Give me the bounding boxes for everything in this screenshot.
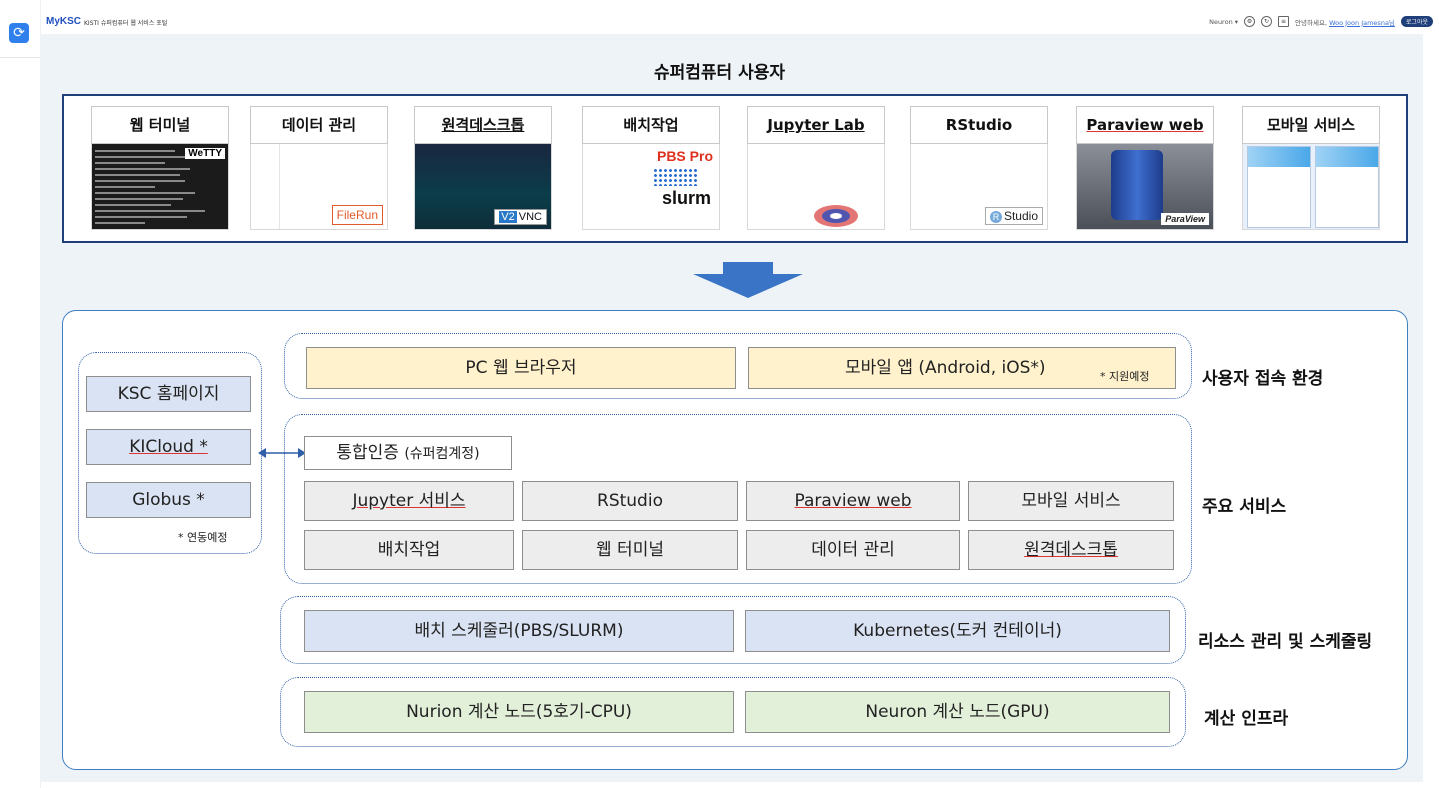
service-data-management: 데이터 관리	[746, 530, 960, 570]
brand-logo[interactable]: MyKSC	[46, 16, 81, 27]
greeting-prefix: 안녕하세요,	[1295, 18, 1327, 27]
rstudio-logo: R Studio	[984, 207, 1043, 225]
pbs-pro-logo: PBS Pro	[656, 148, 713, 164]
service-jupyter: Jupyter 서비스	[304, 481, 514, 521]
card-paraview-web: Paraview web ParaView	[1076, 106, 1214, 232]
brand-subtitle: KISTI 슈퍼컴퓨터 웹 서비스 포털	[84, 20, 168, 27]
diagram-title: 슈퍼컴퓨터 사용자	[653, 63, 786, 83]
left-rail: ⟳	[0, 0, 41, 788]
vnc-logo-text: VNC	[518, 211, 542, 223]
terminal-screenshot: WeTTY	[91, 144, 229, 230]
card-label-text: Paraview web	[1086, 116, 1204, 134]
globus-box: Globus *	[86, 482, 251, 518]
unified-auth-box: 통합인증 (슈퍼컴계정)	[304, 436, 512, 470]
kicloud-label: KICloud *	[129, 437, 208, 457]
card-batch-job: 배치작업 PBS Pro slurm	[582, 106, 720, 232]
vnc-logo-mark: V2	[499, 211, 517, 223]
settings-icon[interactable]: ⚙	[1244, 16, 1256, 27]
paraview-cylinder-icon	[1111, 150, 1163, 220]
top-bar: MyKSC KISTI 슈퍼컴퓨터 웹 서비스 포털 Neuron ▾ ⚙ ↻ …	[40, 14, 1439, 34]
unified-auth-sub: (슈퍼컴계정)	[404, 446, 480, 462]
service-label: 원격데스크톱	[1024, 540, 1118, 560]
nurion-node-box: Nurion 계산 노드(5호기-CPU)	[304, 691, 734, 733]
rstudio-logo-text: Studio	[1003, 209, 1038, 223]
card-label: 배치작업	[582, 106, 720, 144]
mobile-screenshot	[1242, 144, 1380, 230]
batch-scheduler-box: 배치 스케줄러(PBS/SLURM)	[304, 610, 734, 652]
jupyter-plot-icon	[814, 205, 858, 227]
service-label: Jupyter 서비스	[352, 491, 466, 511]
phone-screen-icon	[1247, 146, 1311, 228]
filerun-screenshot: FileRun	[250, 144, 388, 230]
ksc-homepage-box: KSC 홈페이지	[86, 376, 251, 412]
phone-screen-icon	[1315, 146, 1379, 228]
slurm-dots-icon	[653, 168, 697, 186]
card-data-management: 데이터 관리 FileRun	[250, 106, 388, 232]
card-remote-desktop: 원격데스크톱 V2 VNC	[414, 106, 552, 232]
vnc-screenshot: V2 VNC	[414, 144, 552, 230]
neuron-node-box: Neuron 계산 노드(GPU)	[745, 691, 1170, 733]
paraview-screenshot: ParaView	[1076, 144, 1214, 230]
external-note: * 연동예정	[178, 531, 228, 544]
wetty-logo: WeTTY	[185, 148, 225, 159]
top-right-controls: Neuron ▾ ⚙ ↻ ≡ 안녕하세요, Woo Joon Jamesna님 …	[1209, 16, 1433, 27]
services-layer-label: 주요 서비스	[1202, 497, 1287, 517]
service-remote-desktop: 원격데스크톱	[968, 530, 1174, 570]
card-label: RStudio	[910, 106, 1048, 144]
access-layer-label: 사용자 접속 환경	[1202, 369, 1324, 389]
card-rstudio: RStudio R Studio	[910, 106, 1048, 232]
card-label: 원격데스크톱	[414, 106, 552, 144]
service-mobile: 모바일 서비스	[968, 481, 1174, 521]
card-label: 웹 터미널	[91, 106, 229, 144]
kubernetes-box: Kubernetes(도커 컨테이너)	[745, 610, 1170, 652]
filerun-logo: FileRun	[331, 205, 383, 225]
document-icon[interactable]: ≡	[1278, 16, 1290, 27]
card-label: Jupyter Lab	[747, 106, 885, 144]
compute-layer-label: 계산 인프라	[1204, 709, 1289, 729]
slurm-logo: slurm	[661, 188, 711, 208]
paraview-logo: ParaView	[1161, 213, 1209, 225]
card-label: 모바일 서비스	[1242, 106, 1380, 144]
down-arrow-icon	[693, 262, 803, 298]
resource-layer-label: 리소스 관리 및 스케줄링	[1198, 632, 1373, 652]
user-services-band: 웹 터미널 WeTTY 데이터 관리 FileRun 원격데스크톱 V2 VNC…	[62, 94, 1408, 243]
card-mobile-service: 모바일 서비스	[1242, 106, 1380, 232]
card-label: 데이터 관리	[250, 106, 388, 144]
batch-screenshot: PBS Pro slurm	[582, 144, 720, 230]
vnc-logo: V2 VNC	[494, 209, 547, 225]
service-rstudio: RStudio	[522, 481, 738, 521]
service-label: Paraview web	[794, 491, 912, 511]
card-label: Paraview web	[1076, 106, 1214, 144]
system-select-value: Neuron	[1209, 17, 1233, 26]
app-logo-icon[interactable]: ⟳	[9, 23, 29, 43]
mobile-app-note: * 지원예정	[1100, 370, 1150, 383]
service-batch: 배치작업	[304, 530, 514, 570]
system-select[interactable]: Neuron ▾	[1209, 18, 1238, 26]
service-web-terminal: 웹 터미널	[522, 530, 738, 570]
card-web-terminal: 웹 터미널 WeTTY	[91, 106, 229, 232]
pc-browser-box: PC 웹 브라우저	[306, 347, 736, 389]
refresh-icon[interactable]: ↻	[1261, 16, 1273, 27]
greeting: 안녕하세요, Woo Joon Jamesna님	[1295, 17, 1395, 27]
jupyter-screenshot	[747, 144, 885, 230]
unified-auth-label: 통합인증	[336, 443, 399, 463]
user-name-link[interactable]: Woo Joon Jamesna님	[1329, 19, 1395, 27]
rstudio-screenshot: R Studio	[910, 144, 1048, 230]
card-jupyter-lab: Jupyter Lab	[747, 106, 885, 232]
rstudio-r-icon: R	[989, 211, 1002, 223]
kicloud-box: KICloud *	[86, 429, 251, 465]
service-paraview: Paraview web	[746, 481, 960, 521]
logout-button[interactable]: 로그아웃	[1400, 16, 1433, 27]
